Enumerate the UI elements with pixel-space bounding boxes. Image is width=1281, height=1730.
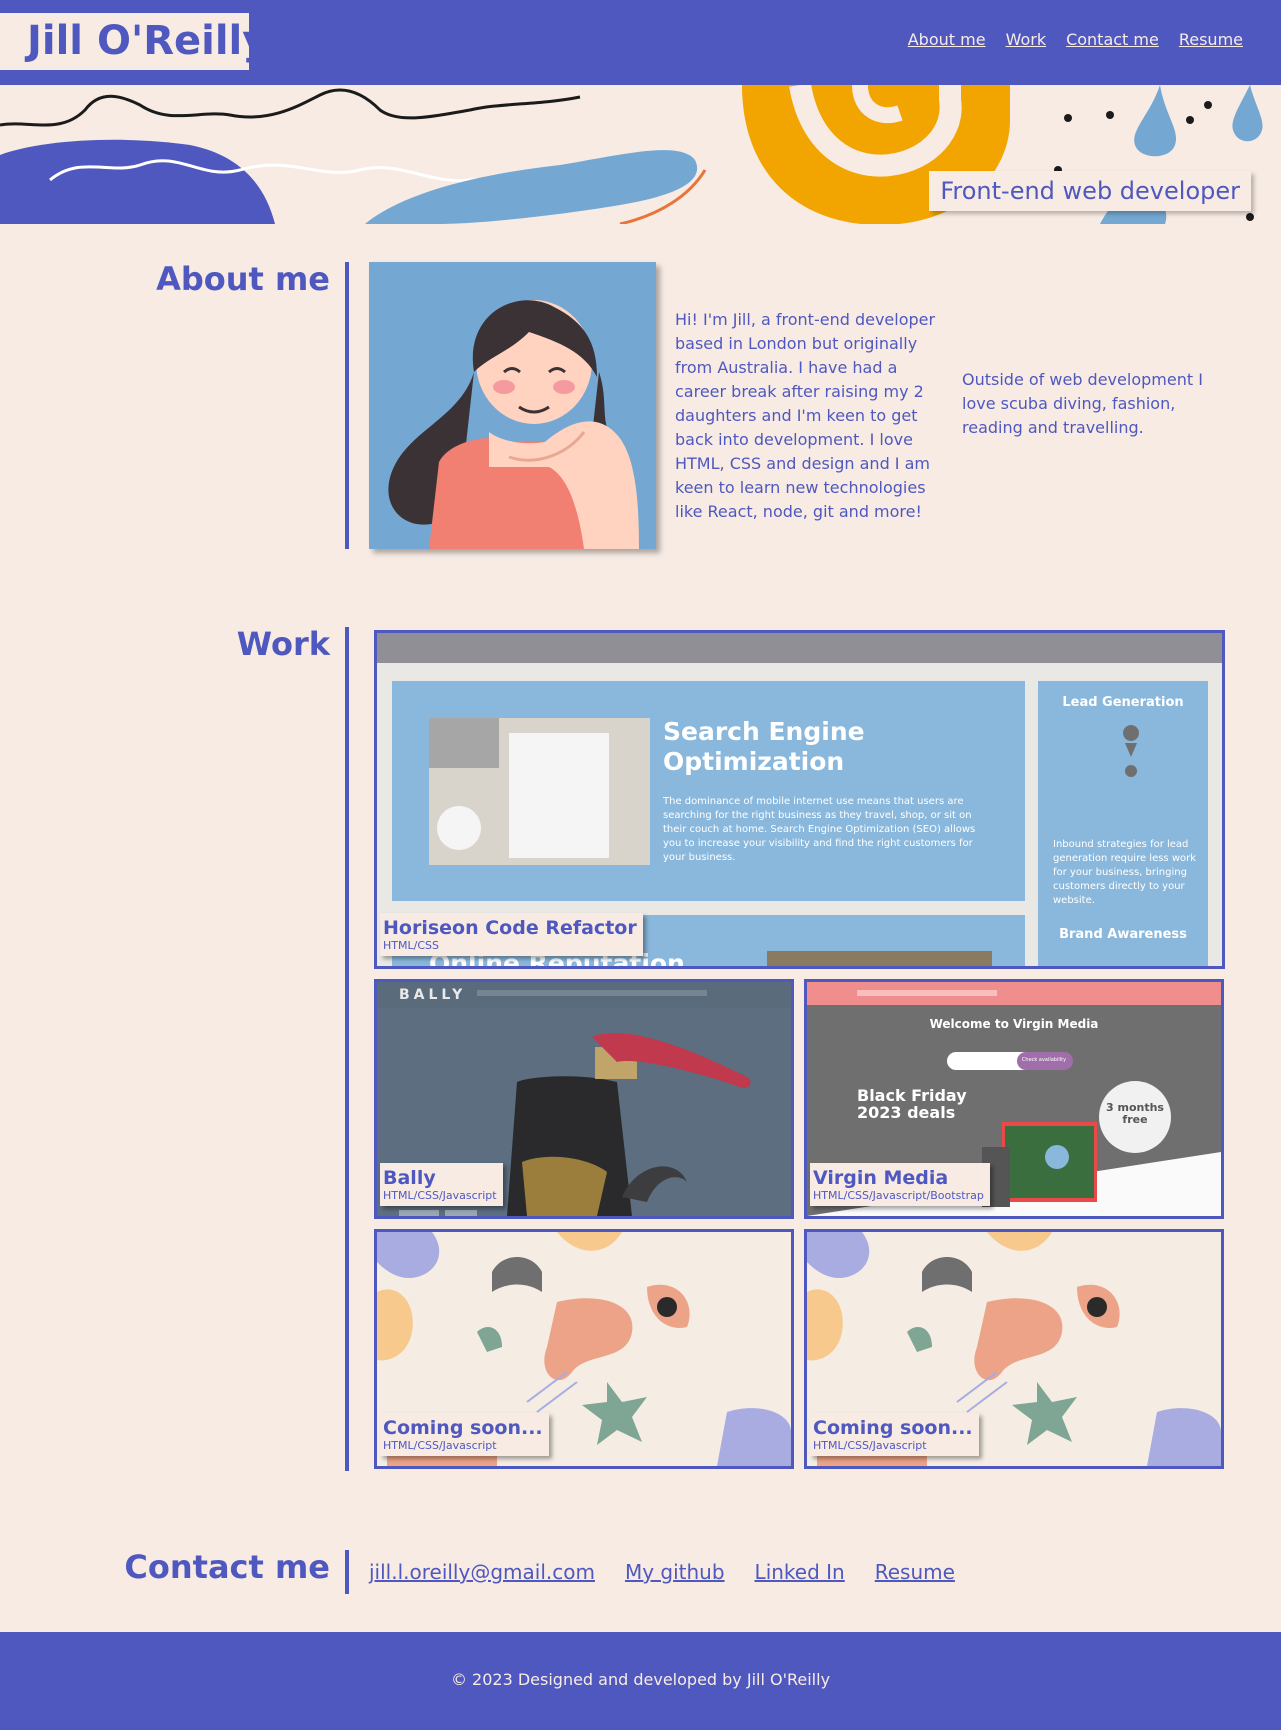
horiseon-preview-body: The dominance of mobile internet use mea… [663, 796, 976, 863]
project-title: Horiseon Code Refactor [383, 917, 637, 939]
project-label: Horiseon Code Refactor HTML/CSS [380, 913, 643, 956]
horiseon-preview-heading: Search Engine Optimization [663, 717, 865, 776]
about-heading: About me [156, 260, 330, 298]
hero-banner: Front-end web developer [0, 85, 1281, 224]
about-paragraph-1: Hi! I'm Jill, a front-end developer base… [675, 310, 936, 521]
project-card-virgin-media[interactable]: Welcome to Virgin Media Check availabili… [804, 979, 1224, 1219]
footer-copyright: © 2023 Designed and developed by Jill O'… [450, 1670, 831, 1689]
project-title: Virgin Media [813, 1167, 949, 1189]
project-card-coming-soon-2[interactable]: Coming soon... HTML/CSS/Javascript [804, 1229, 1224, 1469]
project-tech: HTML/CSS/Javascript [383, 1189, 497, 1202]
nav-link-contact[interactable]: Contact me [1066, 30, 1159, 49]
project-title: Coming soon... [383, 1417, 543, 1439]
project-title: Bally [383, 1167, 436, 1189]
project-label: Bally HTML/CSS/Javascript [380, 1163, 503, 1206]
tagline: Front-end web developer [929, 171, 1251, 211]
contact-link-email[interactable]: jill.l.oreilly@gmail.com [369, 1560, 595, 1584]
about-paragraph-2: Outside of web development I love scuba … [962, 370, 1203, 437]
virgin-preview-welcome: Welcome to Virgin Media [929, 1017, 1099, 1031]
bally-preview-brand: BALLY [399, 987, 467, 1003]
contact-heading: Contact me [124, 1548, 330, 1586]
project-card-horiseon[interactable]: Search Engine Optimization The dominance… [374, 630, 1225, 969]
contact-divider [345, 1550, 349, 1594]
project-tech: HTML/CSS/Javascript [813, 1439, 927, 1452]
virgin-preview-check: Check availability [1021, 1057, 1067, 1063]
nav-link-work[interactable]: Work [1006, 30, 1047, 49]
project-card-coming-soon-1[interactable]: Coming soon... HTML/CSS/Javascript [374, 1229, 794, 1469]
nav-link-resume[interactable]: Resume [1179, 30, 1243, 49]
project-label: Virgin Media HTML/CSS/Javascript/Bootstr… [810, 1163, 990, 1206]
project-tech: HTML/CSS/Javascript/Bootstrap [813, 1189, 984, 1202]
contact-link-github[interactable]: My github [625, 1560, 725, 1584]
contact-links: jill.l.oreilly@gmail.com My github Linke… [369, 1560, 955, 1584]
site-footer: © 2023 Designed and developed by Jill O'… [0, 1632, 1281, 1730]
virgin-preview-deal: Black Friday 2023 deals [857, 1086, 967, 1122]
horiseon-preview-side-top: Lead Generation [1062, 695, 1184, 710]
site-logo[interactable]: Jill O'Reilly [0, 13, 268, 70]
project-label: Coming soon... HTML/CSS/Javascript [810, 1413, 979, 1456]
project-tech: HTML/CSS [383, 939, 439, 952]
main-nav: About me Work Contact me Resume [908, 30, 1243, 49]
project-title: Coming soon... [813, 1417, 973, 1439]
horiseon-preview-side-bottom: Brand Awareness [1059, 927, 1187, 942]
horiseon-preview-side-text: Inbound strategies for lead generation r… [1053, 839, 1197, 906]
site-header: Jill O'Reilly About me Work Contact me R… [0, 0, 1281, 85]
nav-link-about[interactable]: About me [908, 30, 986, 49]
project-card-bally[interactable]: BALLY Bally HTML/CSS/Javascript [374, 979, 794, 1219]
work-heading: Work [236, 625, 330, 663]
project-tech: HTML/CSS/Javascript [383, 1439, 497, 1452]
contact-link-linkedin[interactable]: Linked In [755, 1560, 845, 1584]
contact-link-resume[interactable]: Resume [875, 1560, 955, 1584]
about-divider [345, 262, 349, 549]
virgin-preview-badge: 3 months free [1106, 1101, 1164, 1126]
project-label: Coming soon... HTML/CSS/Javascript [380, 1413, 549, 1456]
profile-avatar [369, 262, 656, 549]
work-divider [345, 627, 349, 1471]
avatar-illustration [369, 262, 656, 549]
